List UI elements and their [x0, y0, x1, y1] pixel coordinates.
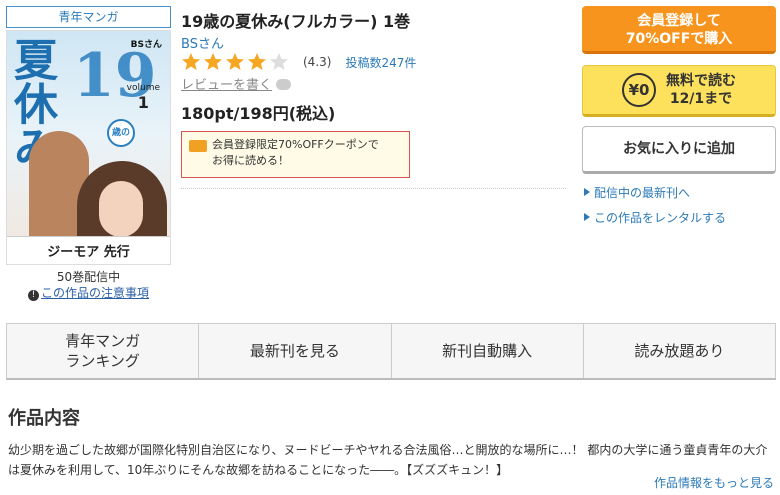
section-title: 作品内容	[8, 408, 80, 429]
rental-label: この作品をレンタルする	[594, 211, 727, 225]
caution-link-label: この作品の注意事項	[40, 286, 149, 300]
rental-link[interactable]: この作品をレンタルする	[584, 209, 726, 226]
genre-tag[interactable]: 青年マンガ	[6, 6, 171, 28]
register-line2: 70%OFFで購入	[625, 31, 733, 47]
tab-ranking[interactable]: 青年マンガ ランキング	[7, 324, 200, 378]
cover-image[interactable]: 夏休み 19 BSさん volume 1 歳の ジーモア 先行	[6, 30, 171, 265]
tab-ranking-line1: 青年マンガ	[65, 332, 141, 350]
coupon-line1: 会員登録限定70%OFFクーポンで	[212, 138, 379, 151]
description-line1: 幼少期を過ごした故郷が国際化特別自治区になり、ヌードビーチやヤれる合法風俗…と開…	[8, 443, 768, 457]
cover-volume-number: 1	[137, 93, 149, 112]
read-free-button[interactable]: ¥0 無料で読む 12/1まで	[582, 65, 776, 117]
write-review-link[interactable]: レビューを書く	[181, 74, 292, 93]
cover-volume: volume 1	[127, 83, 160, 112]
action-tabs: 青年マンガ ランキング 最新刊を見る 新刊自動購入 読み放題あり	[6, 323, 776, 380]
cover-volume-prefix: volume	[126, 83, 160, 93]
free-line2: 12/1まで	[669, 91, 733, 107]
yen-zero-icon: ¥0	[622, 73, 656, 107]
star-icon	[204, 53, 222, 70]
tab-unlimited[interactable]: 読み放題あり	[584, 324, 775, 378]
caution-link[interactable]: ! この作品の注意事項	[6, 284, 171, 301]
tab-latest[interactable]: 最新刊を見る	[199, 324, 392, 378]
cover-author: BSさん	[130, 40, 162, 50]
add-favorite-button[interactable]: お気に入りに追加	[582, 126, 776, 174]
coupon-ticket-icon	[189, 140, 207, 152]
latest-volume-link[interactable]: 配信中の最新刊へ	[584, 184, 690, 201]
register-purchase-button[interactable]: 会員登録して 70%OFFで購入	[582, 6, 776, 54]
cover-label-band: ジーモア 先行	[7, 236, 170, 264]
cover-figure-woman-face	[99, 181, 143, 237]
author-link[interactable]: BSさん	[181, 33, 224, 52]
register-line1: 会員登録して	[637, 13, 721, 29]
free-line1: 無料で読む	[666, 73, 736, 89]
coupon-banner[interactable]: 会員登録限定70%OFFクーポンで お得に読める！	[181, 131, 410, 178]
tab-ranking-line2: ランキング	[65, 352, 140, 370]
info-icon: !	[27, 290, 39, 301]
star-icon	[226, 53, 244, 70]
speech-bubble-icon	[276, 79, 292, 90]
price: 180pt/198円(税込)	[181, 104, 336, 123]
star-empty-icon	[270, 53, 288, 70]
write-review-label: レビューを書く	[181, 78, 273, 93]
volume-count: 50巻配信中	[56, 270, 121, 284]
cover-circle: 歳の	[107, 119, 135, 147]
rating: (4.3) 投稿数247件	[181, 52, 416, 72]
tab-auto-purchase[interactable]: 新刊自動購入	[392, 324, 584, 378]
latest-volume-label: 配信中の最新刊へ	[594, 186, 691, 200]
review-count-link[interactable]: 投稿数247件	[345, 54, 416, 71]
book-title: 19歳の夏休み(フルカラー) 1巻	[181, 12, 411, 31]
more-info-link[interactable]: 作品情報をもっと見る	[654, 474, 774, 491]
star-icon	[248, 53, 266, 70]
rating-value: (4.3)	[303, 55, 332, 69]
coupon-line2: お得に読める！	[212, 154, 289, 167]
divider	[181, 188, 566, 189]
triangle-right-icon	[584, 213, 590, 221]
triangle-right-icon	[584, 188, 590, 196]
star-icon	[182, 53, 200, 70]
